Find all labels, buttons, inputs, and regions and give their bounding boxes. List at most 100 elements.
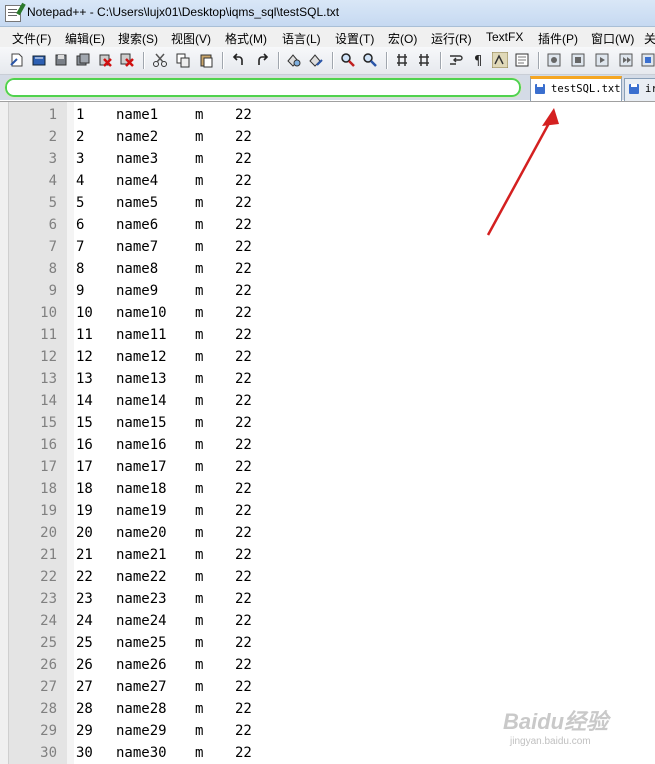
text-line[interactable]: 16 16 name16 m 22 [0, 434, 655, 456]
toolbar-separator [538, 52, 539, 69]
text-line[interactable]: 9 9 name9 m 22 [0, 280, 655, 302]
text-line[interactable]: 14 14 name14 m 22 [0, 390, 655, 412]
text-line[interactable]: 13 13 name13 m 22 [0, 368, 655, 390]
menu-view[interactable]: 视图(V) [171, 30, 211, 47]
zoom-out-icon[interactable] [362, 52, 378, 68]
field-sex: m [195, 217, 204, 233]
field-id: 26 [76, 657, 93, 673]
menu-plugins[interactable]: 插件(P) [538, 30, 578, 47]
menu-macro[interactable]: 宏(O) [388, 30, 417, 47]
text-line[interactable]: 8 8 name8 m 22 [0, 258, 655, 280]
menu-run[interactable]: 运行(R) [431, 30, 472, 47]
menu-more[interactable]: 关 [644, 30, 655, 47]
field-id: 19 [76, 503, 93, 519]
tab-testsql[interactable]: testSQL.txt [530, 76, 622, 102]
tab-other[interactable]: ir [624, 78, 655, 101]
field-sex: m [195, 173, 204, 189]
line-number: 24 [40, 613, 57, 629]
field-age: 22 [235, 437, 252, 453]
saved-file-icon [535, 84, 545, 94]
copy-icon[interactable] [175, 52, 191, 68]
text-line[interactable]: 26 26 name26 m 22 [0, 654, 655, 676]
text-line[interactable]: 21 21 name21 m 22 [0, 544, 655, 566]
text-line[interactable]: 11 11 name11 m 22 [0, 324, 655, 346]
field-age: 22 [235, 723, 252, 739]
tab-bar: testSQL.txt ir [0, 75, 655, 102]
text-line[interactable]: 22 22 name22 m 22 [0, 566, 655, 588]
line-number: 8 [48, 261, 57, 277]
text-line[interactable]: 27 27 name27 m 22 [0, 676, 655, 698]
cut-icon[interactable] [152, 52, 168, 68]
undo-icon[interactable] [231, 52, 247, 68]
menu-window[interactable]: 窗口(W) [591, 30, 634, 47]
paste-icon[interactable] [198, 52, 214, 68]
field-name: name22 [116, 569, 167, 585]
menu-file[interactable]: 文件(F) [12, 30, 51, 47]
menu-textfx[interactable]: TextFX [486, 30, 523, 44]
field-age: 22 [235, 151, 252, 167]
close-all-icon[interactable] [119, 52, 135, 68]
saved-file-icon [629, 84, 639, 94]
close-icon[interactable] [97, 52, 113, 68]
text-line[interactable]: 23 23 name23 m 22 [0, 588, 655, 610]
text-line[interactable]: 17 17 name17 m 22 [0, 456, 655, 478]
text-line[interactable]: 24 24 name24 m 22 [0, 610, 655, 632]
field-id: 30 [76, 745, 93, 761]
show-all-chars-icon[interactable]: ¶ [470, 52, 486, 68]
line-number: 12 [40, 349, 57, 365]
open-file-icon[interactable] [31, 52, 47, 68]
line-number: 23 [40, 591, 57, 607]
menu-format[interactable]: 格式(M) [225, 30, 267, 47]
field-age: 22 [235, 525, 252, 541]
text-line[interactable]: 12 12 name12 m 22 [0, 346, 655, 368]
sync-horizontal-icon[interactable] [416, 52, 432, 68]
indent-guide-icon[interactable] [492, 52, 508, 68]
word-wrap-icon[interactable] [448, 52, 464, 68]
field-age: 22 [235, 217, 252, 233]
field-id: 20 [76, 525, 93, 541]
field-name: name12 [116, 349, 167, 365]
line-number: 16 [40, 437, 57, 453]
field-sex: m [195, 437, 204, 453]
watermark-logo: Baidu经验 [503, 709, 609, 734]
field-sex: m [195, 195, 204, 211]
record-macro-icon[interactable] [546, 52, 562, 68]
field-id: 15 [76, 415, 93, 431]
save-icon[interactable] [53, 52, 69, 68]
menu-search[interactable]: 搜索(S) [118, 30, 158, 47]
field-name: name20 [116, 525, 167, 541]
text-line[interactable]: 10 10 name10 m 22 [0, 302, 655, 324]
text-line[interactable]: 25 25 name25 m 22 [0, 632, 655, 654]
field-age: 22 [235, 591, 252, 607]
menu-language[interactable]: 语言(L) [282, 30, 321, 47]
field-sex: m [195, 679, 204, 695]
field-sex: m [195, 305, 204, 321]
new-file-icon[interactable] [9, 52, 25, 68]
stop-macro-icon[interactable] [570, 52, 586, 68]
field-sex: m [195, 701, 204, 717]
sync-vertical-icon[interactable] [394, 52, 410, 68]
field-id: 24 [76, 613, 93, 629]
toolbar-separator [386, 52, 387, 69]
text-line[interactable]: 15 15 name15 m 22 [0, 412, 655, 434]
text-line[interactable]: 20 20 name20 m 22 [0, 522, 655, 544]
title-bar[interactable]: Notepad++ - C:\Users\lujx01\Desktop\iqms… [0, 0, 655, 27]
text-line[interactable]: 18 18 name18 m 22 [0, 478, 655, 500]
field-name: name14 [116, 393, 167, 409]
menu-settings[interactable]: 设置(T) [335, 30, 374, 47]
zoom-in-icon[interactable] [340, 52, 356, 68]
field-age: 22 [235, 327, 252, 343]
field-name: name11 [116, 327, 167, 343]
redo-icon[interactable] [254, 52, 270, 68]
find-icon[interactable] [286, 52, 302, 68]
play-macro-icon[interactable] [594, 52, 610, 68]
save-macro-icon[interactable] [640, 52, 655, 68]
replace-icon[interactable] [308, 52, 324, 68]
menu-edit[interactable]: 编辑(E) [65, 30, 105, 47]
save-all-icon[interactable] [75, 52, 91, 68]
text-line[interactable]: 19 19 name19 m 22 [0, 500, 655, 522]
run-macro-icon[interactable] [618, 52, 634, 68]
menu-bar: 文件(F) 编辑(E) 搜索(S) 视图(V) 格式(M) 语言(L) 设置(T… [0, 27, 655, 47]
field-name: name16 [116, 437, 167, 453]
document-map-icon[interactable] [514, 52, 530, 68]
